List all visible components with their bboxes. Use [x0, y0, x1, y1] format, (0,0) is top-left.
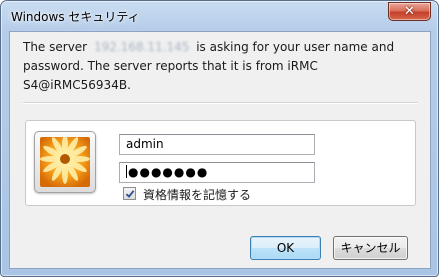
- remember-label: 資格情報を記憶する: [143, 188, 252, 202]
- window-title: Windows セキュリティ: [11, 10, 140, 24]
- dialog-body: The server 192.168.11.145 is asking for …: [9, 31, 431, 269]
- security-dialog-window: Windows セキュリティ ✕ The server 192.168.11.1…: [0, 0, 439, 277]
- user-tile-icon: [34, 131, 96, 193]
- close-button[interactable]: ✕: [388, 2, 431, 21]
- password-mask: ●●●●●●●: [128, 165, 209, 179]
- title-bar[interactable]: Windows セキュリティ ✕: [1, 1, 438, 31]
- flower-icon: [40, 137, 90, 187]
- credential-panel: admin ●●●●●●● 資格情報を記憶する: [25, 120, 416, 206]
- message-prefix: The server: [23, 40, 88, 54]
- ok-button[interactable]: OK: [250, 236, 321, 260]
- text-caret: [126, 165, 127, 178]
- username-field[interactable]: admin: [119, 134, 315, 155]
- cancel-button[interactable]: キャンセル: [333, 236, 408, 260]
- server-message: The server 192.168.11.145 is asking for …: [23, 38, 418, 95]
- divider: [23, 102, 418, 104]
- close-icon: ✕: [404, 4, 415, 19]
- check-icon: [125, 190, 135, 198]
- server-address: 192.168.11.145: [93, 40, 190, 54]
- password-field[interactable]: ●●●●●●●: [119, 162, 315, 183]
- remember-checkbox[interactable]: [123, 187, 136, 200]
